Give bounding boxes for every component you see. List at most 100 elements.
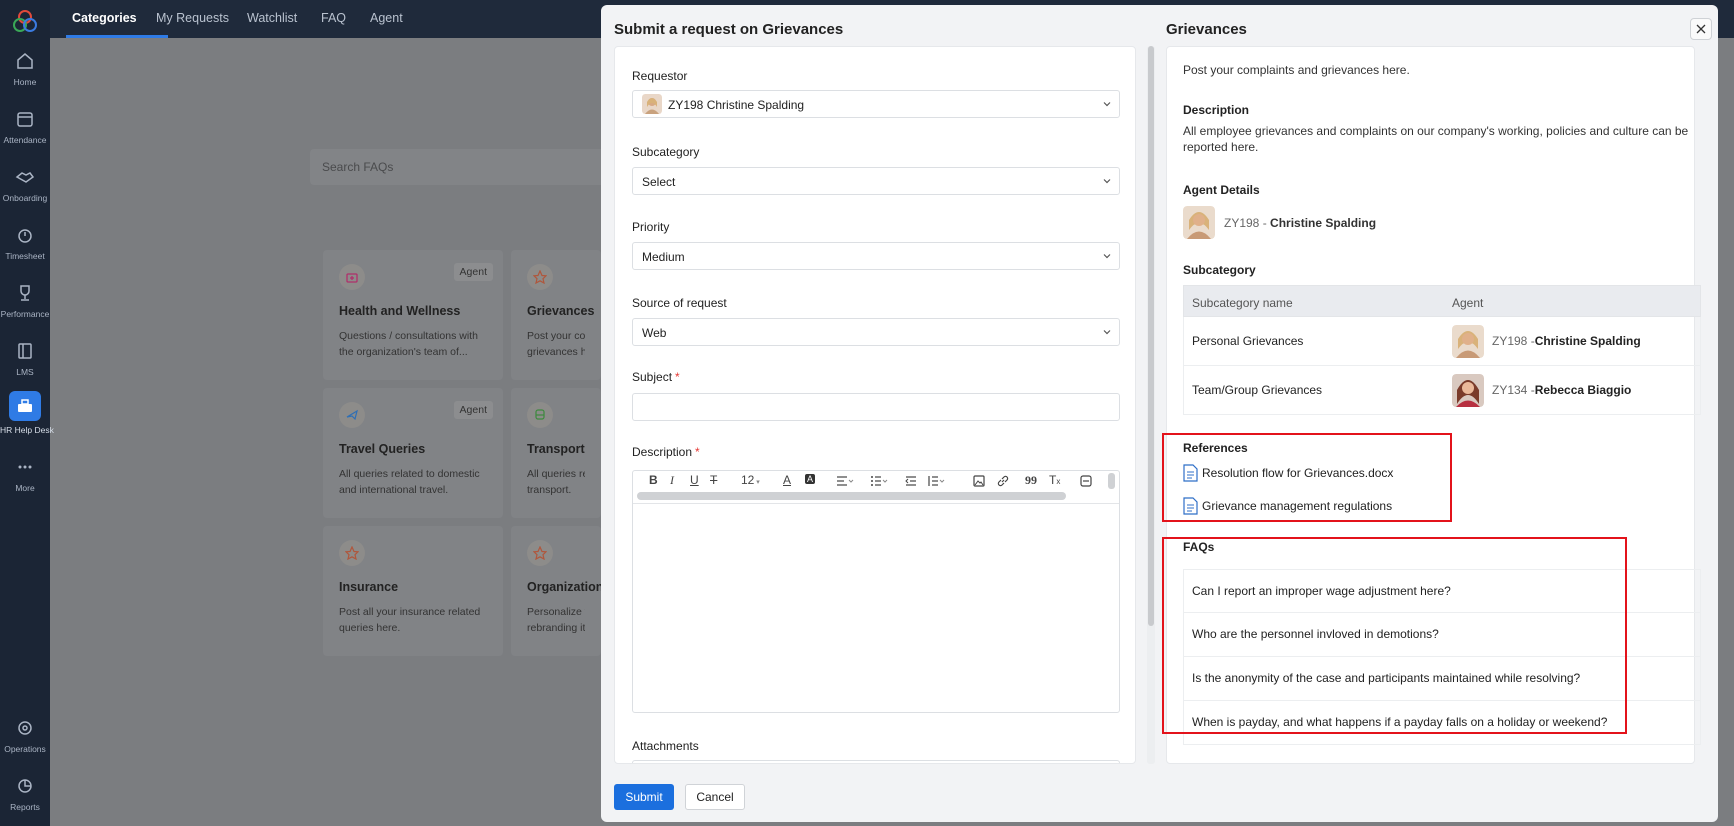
strikethrough-icon[interactable]: T	[710, 473, 717, 487]
description-label: Description *	[632, 445, 700, 459]
description-editor[interactable]: B I U T 12 ▾ A A 99 Tx	[632, 470, 1120, 713]
search-faqs-input[interactable]: Search FAQs	[310, 149, 610, 185]
tab-categories[interactable]: Categories	[72, 11, 137, 25]
quote-icon[interactable]: 99	[1025, 473, 1037, 488]
close-icon	[1696, 24, 1706, 34]
nav-label: Operations	[4, 744, 46, 754]
text-color-icon[interactable]: A	[783, 473, 791, 487]
category-desc: Post your compla	[527, 330, 585, 342]
app-logo-icon[interactable]	[12, 8, 38, 34]
category-card-organization[interactable]: Organization Personalize your rebranding…	[511, 526, 603, 656]
tab-watchlist[interactable]: Watchlist	[247, 11, 297, 25]
list-icon[interactable]	[870, 475, 888, 487]
references-highlight-box	[1162, 433, 1452, 522]
clear-format-icon[interactable]: Tx	[1049, 473, 1060, 487]
trophy-icon	[20, 285, 30, 301]
tab-agent[interactable]: Agent	[370, 11, 403, 25]
nav-lms[interactable]: LMS	[0, 340, 50, 377]
attachments-dropzone[interactable]	[632, 760, 1120, 763]
calendar-icon	[17, 112, 33, 127]
form-scrollbar[interactable]	[1148, 46, 1154, 626]
desk-icon	[18, 399, 32, 412]
avatar	[1452, 324, 1484, 358]
timer-icon	[18, 229, 32, 243]
nav-timesheet[interactable]: Timesheet	[0, 224, 50, 261]
bold-icon[interactable]: B	[649, 473, 658, 487]
bus-icon	[527, 402, 553, 428]
nav-label: Attendance	[3, 135, 47, 145]
tab-my-requests[interactable]: My Requests	[156, 11, 229, 25]
source-select[interactable]: Web	[632, 318, 1120, 346]
toolbar-horizontal-scrollbar[interactable]	[637, 492, 1066, 500]
subject-input[interactable]	[632, 393, 1120, 421]
underline-icon[interactable]: U	[690, 473, 699, 487]
nav-more[interactable]: More	[0, 456, 50, 493]
image-icon[interactable]	[973, 475, 985, 487]
category-card-travel[interactable]: Travel Queries All queries related to do…	[323, 388, 503, 518]
nav-label: Onboarding	[2, 193, 48, 203]
priority-select[interactable]: Medium	[632, 242, 1120, 270]
nav-performance[interactable]: Performance	[0, 282, 50, 319]
nav-onboarding[interactable]: Onboarding	[0, 166, 50, 203]
line-height-icon[interactable]	[927, 475, 945, 487]
highlight-color-icon[interactable]: A	[805, 474, 816, 484]
faqs-highlight-box	[1162, 537, 1627, 734]
link-icon[interactable]	[997, 475, 1009, 487]
nav-home[interactable]: Home	[0, 50, 50, 87]
category-card-transport[interactable]: Transport All queries relate transport.	[511, 388, 601, 518]
italic-icon[interactable]: I	[670, 473, 674, 488]
nav-attendance[interactable]: Attendance	[0, 108, 50, 145]
nav-operations[interactable]: Operations	[0, 717, 50, 754]
category-card-health[interactable]: Health and Wellness Questions / consulta…	[323, 250, 503, 380]
attachments-label: Attachments	[632, 739, 699, 753]
more-options-icon[interactable]	[1080, 475, 1092, 487]
required-marker: *	[695, 445, 700, 459]
star-icon	[339, 540, 365, 566]
submit-button[interactable]: Submit	[614, 784, 674, 810]
tab-faq[interactable]: FAQ	[321, 11, 346, 25]
ellipsis-icon	[18, 465, 32, 469]
table-row: Personal Grievances ZY198 - Christine Sp…	[1183, 317, 1701, 366]
description-text: All employee grievances and complaints o…	[1183, 124, 1689, 138]
handshake-icon	[15, 172, 35, 183]
avatar	[642, 94, 662, 114]
home-icon	[17, 53, 33, 69]
category-card-grievances[interactable]: Grievances Post your compla grievances h…	[511, 250, 601, 380]
source-label: Source of request	[632, 296, 727, 310]
requestor-select[interactable]: ZY198 Christine Spalding	[632, 90, 1120, 118]
toolbar-scrollbar[interactable]	[1108, 473, 1115, 489]
chevron-down-icon	[1103, 179, 1111, 184]
align-icon[interactable]	[836, 475, 854, 487]
category-desc: rebranding it. Se	[527, 622, 585, 634]
agent-details-heading: Agent Details	[1183, 183, 1260, 197]
category-card-insurance[interactable]: Insurance Post all your insurance relate…	[323, 526, 503, 656]
category-desc: All queries relate	[527, 468, 585, 480]
subject-label: Subject *	[632, 370, 680, 384]
subcategory-name: Personal Grievances	[1192, 334, 1304, 348]
category-desc: the organization's team of...	[339, 346, 468, 358]
table-row: Team/Group Grievances ZY134 - Rebecca Bi…	[1183, 366, 1701, 415]
nav-reports[interactable]: Reports	[0, 775, 50, 812]
avatar	[1452, 373, 1484, 407]
nav-label: Timesheet	[5, 251, 45, 261]
category-title: Grievances	[527, 304, 595, 318]
category-title: Transport	[527, 442, 585, 456]
agent-badge: Agent	[453, 401, 493, 419]
subcategory-value: Select	[642, 175, 676, 189]
source-value: Web	[642, 326, 667, 340]
nav-hr-help-desk[interactable]: HR Help Desk	[0, 391, 54, 435]
avatar	[1183, 206, 1215, 239]
cancel-button[interactable]: Cancel	[685, 784, 745, 810]
category-desc: Questions / consultations with	[339, 330, 478, 342]
description-heading: Description	[1183, 103, 1250, 117]
gear-icon	[18, 721, 32, 735]
close-button[interactable]	[1690, 18, 1712, 40]
active-tab-indicator	[66, 35, 168, 38]
font-size-select[interactable]: 12 ▾	[741, 473, 760, 487]
subcategory-heading: Subcategory	[1183, 263, 1256, 277]
left-nav: Home Attendance Onboarding Timesheet Per…	[0, 0, 54, 826]
subcategory-select[interactable]: Select	[632, 167, 1120, 195]
nav-label: Home	[13, 77, 37, 87]
table-header: Subcategory name Agent	[1183, 285, 1701, 317]
outdent-icon[interactable]	[905, 475, 917, 487]
